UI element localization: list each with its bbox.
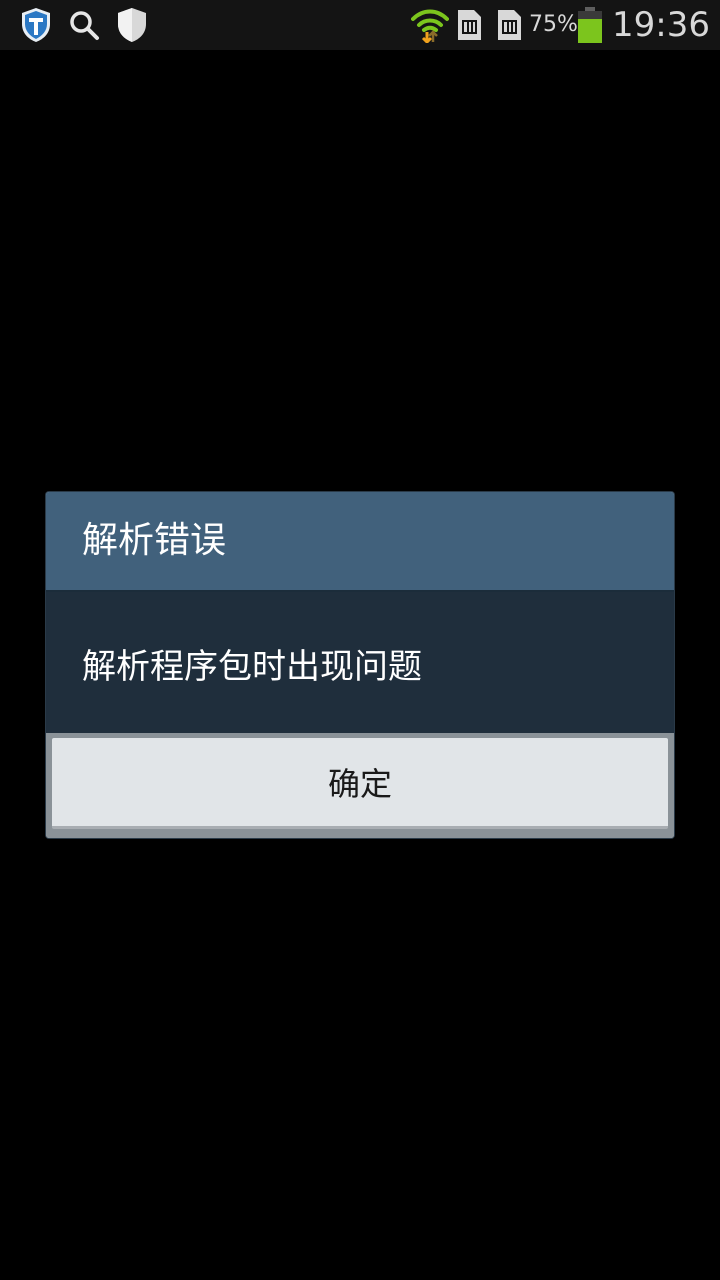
status-bar: 75% 19:36 [0, 0, 720, 50]
dialog-title: 解析错误 [82, 520, 227, 561]
sim2-icon [492, 0, 526, 50]
ok-button[interactable]: 确定 [52, 738, 668, 829]
screen: 75% 19:36 解析错误 解析程序包时出现问题 确定 [0, 0, 720, 1280]
search-icon [64, 0, 104, 50]
clock: 19:36 [612, 5, 710, 45]
battery-icon [576, 0, 604, 50]
dialog-footer: 确定 [46, 733, 674, 838]
shield-icon [112, 0, 152, 50]
dialog-body: 解析程序包时出现问题 [46, 592, 674, 733]
sim1-icon [452, 0, 486, 50]
wifi-icon [410, 0, 450, 50]
shield-t-icon [16, 0, 56, 50]
dialog-message: 解析程序包时出现问题 [82, 647, 422, 687]
battery-percent: 75% [529, 12, 578, 37]
error-dialog: 解析错误 解析程序包时出现问题 确定 [46, 492, 674, 838]
dialog-header: 解析错误 [46, 492, 674, 592]
